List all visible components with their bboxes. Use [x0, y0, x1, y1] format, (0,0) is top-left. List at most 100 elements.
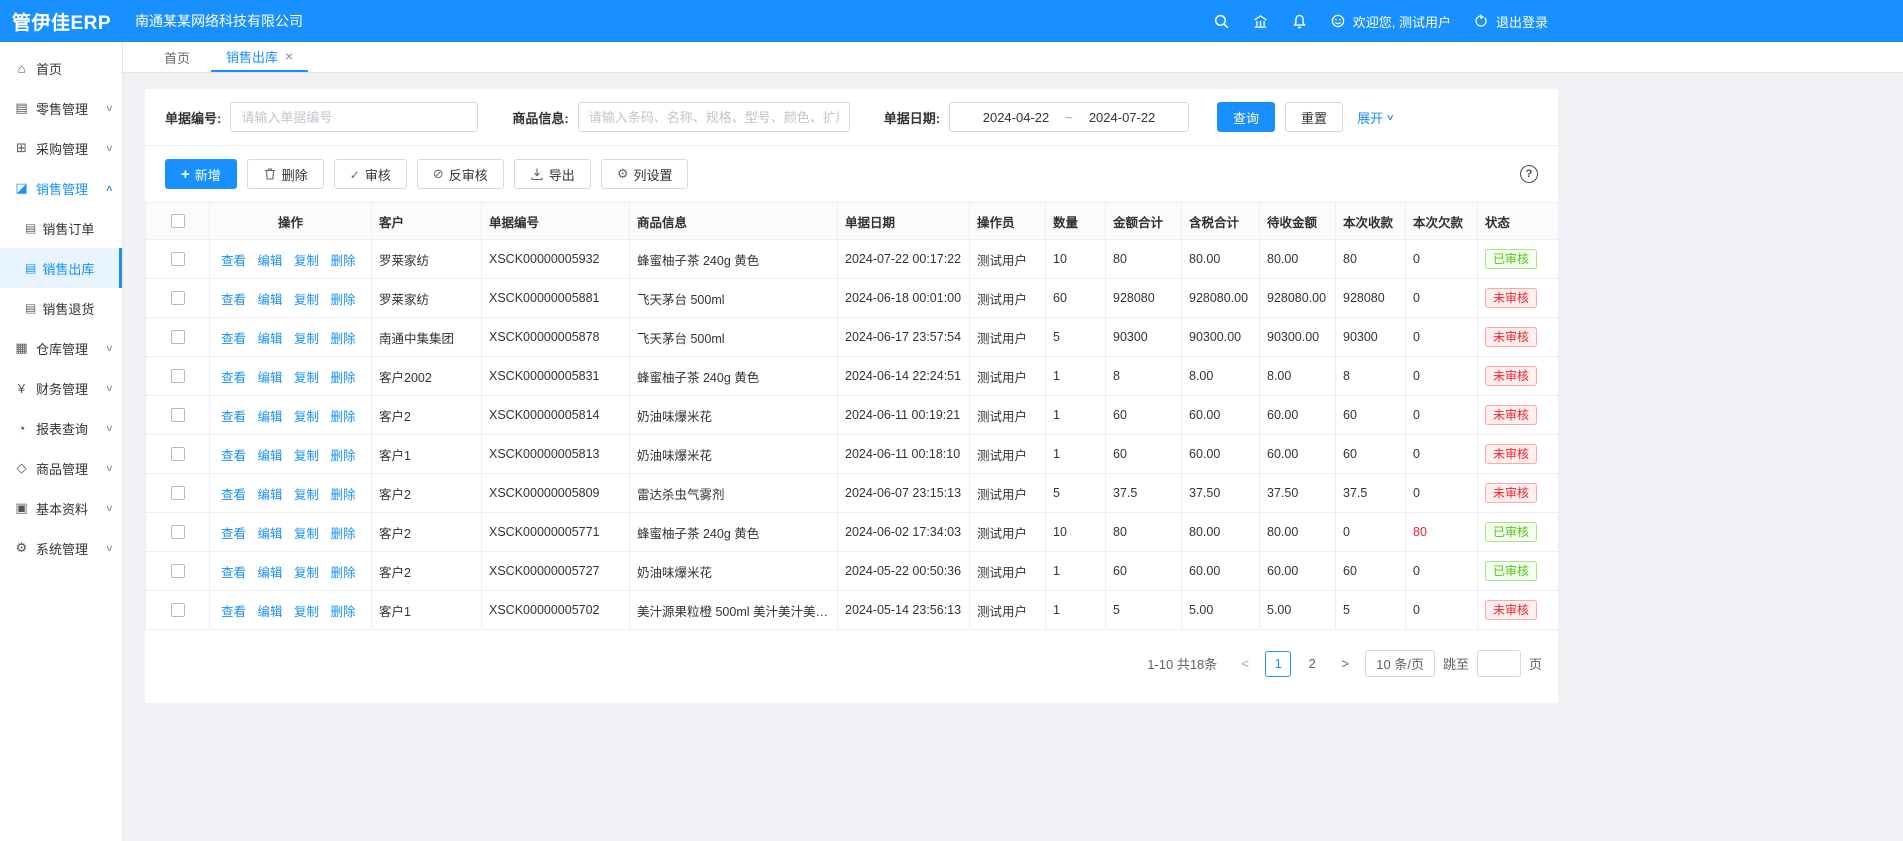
customer-cell: 客户2 [372, 552, 482, 591]
sidebar-item-sales[interactable]: ◪ 销售管理 ∧ [0, 168, 122, 208]
view-link[interactable]: 查看 [221, 488, 246, 502]
copy-link[interactable]: 复制 [294, 527, 319, 541]
row-checkbox[interactable] [171, 330, 185, 344]
user-menu[interactable]: 欢迎您, 测试用户 [1330, 12, 1451, 31]
select-all-checkbox[interactable] [171, 214, 185, 228]
product-info-input[interactable] [578, 102, 850, 132]
table-row: 查看 编辑 复制 删除 客户2 XSCK00000005727 奶油味爆米花 2… [146, 552, 1559, 591]
audit-button[interactable]: 审核 [334, 159, 407, 189]
bell-icon[interactable] [1291, 13, 1308, 30]
date-start-value[interactable]: 2024-04-22 [983, 110, 1050, 125]
sidebar-item-report[interactable]: ◔ 报表查询 ∨ [0, 408, 122, 448]
edit-link[interactable]: 编辑 [258, 449, 283, 463]
edit-link[interactable]: 编辑 [258, 566, 283, 580]
sidebar-item-finance[interactable]: ¥ 财务管理 ∨ [0, 368, 122, 408]
copy-link[interactable]: 复制 [294, 488, 319, 502]
date-end-value[interactable]: 2024-07-22 [1089, 110, 1156, 125]
sidebar-item-product[interactable]: ◇ 商品管理 ∨ [0, 448, 122, 488]
view-link[interactable]: 查看 [221, 293, 246, 307]
tab-sales-outbound[interactable]: 销售出库 [211, 42, 308, 72]
customer-cell: 客户1 [372, 435, 482, 474]
delete-link[interactable]: 删除 [331, 254, 356, 268]
sidebar-item-retail[interactable]: ▤ 零售管理 ∨ [0, 88, 122, 128]
edit-link[interactable]: 编辑 [258, 605, 283, 619]
help-icon[interactable] [1520, 165, 1538, 183]
bank-icon[interactable] [1252, 13, 1269, 30]
delete-link[interactable]: 删除 [331, 410, 356, 424]
row-checkbox[interactable] [171, 369, 185, 383]
delete-button[interactable]: 删除 [247, 159, 324, 189]
copy-link[interactable]: 复制 [294, 332, 319, 346]
add-button[interactable]: 新增 [165, 159, 237, 189]
page-2-button[interactable]: 2 [1299, 651, 1325, 677]
reset-button[interactable]: 重置 [1285, 102, 1343, 132]
row-checkbox[interactable] [171, 525, 185, 539]
next-page-button[interactable] [1333, 651, 1357, 677]
row-checkbox[interactable] [171, 408, 185, 422]
copy-link[interactable]: 复制 [294, 449, 319, 463]
page-size-select[interactable]: 10 条/页 [1365, 650, 1435, 677]
row-checkbox[interactable] [171, 603, 185, 617]
page-1-button[interactable]: 1 [1265, 651, 1291, 677]
view-link[interactable]: 查看 [221, 605, 246, 619]
expand-link[interactable]: 展开 [1357, 108, 1394, 127]
delete-link[interactable]: 删除 [331, 449, 356, 463]
edit-link[interactable]: 编辑 [258, 527, 283, 541]
export-button[interactable]: 导出 [514, 159, 591, 189]
delete-link[interactable]: 删除 [331, 371, 356, 385]
row-checkbox[interactable] [171, 564, 185, 578]
row-checkbox[interactable] [171, 291, 185, 305]
close-icon[interactable] [285, 49, 293, 63]
view-link[interactable]: 查看 [221, 332, 246, 346]
row-checkbox[interactable] [171, 486, 185, 500]
copy-link[interactable]: 复制 [294, 254, 319, 268]
table-row: 查看 编辑 复制 删除 客户2 XSCK00000005814 奶油味爆米花 2… [146, 396, 1559, 435]
copy-link[interactable]: 复制 [294, 293, 319, 307]
sidebar-item-sales-return[interactable]: ▤ 销售退货 [0, 288, 122, 328]
sidebar-item-basic[interactable]: ▣ 基本资料 ∨ [0, 488, 122, 528]
delete-link[interactable]: 删除 [331, 488, 356, 502]
column-settings-button[interactable]: 列设置 [601, 159, 689, 189]
sales-outbound-table: 操作 客户 单据编号 商品信息 单据日期 操作员 数量 金额合计 含税合计 待收… [145, 202, 1559, 630]
view-link[interactable]: 查看 [221, 566, 246, 580]
jump-page-input[interactable] [1477, 650, 1521, 677]
view-link[interactable]: 查看 [221, 410, 246, 424]
view-link[interactable]: 查看 [221, 254, 246, 268]
copy-link[interactable]: 复制 [294, 566, 319, 580]
row-checkbox[interactable] [171, 252, 185, 266]
copy-link[interactable]: 复制 [294, 605, 319, 619]
sidebar-item-sales-outbound[interactable]: ▤ 销售出库 [0, 248, 122, 288]
copy-link[interactable]: 复制 [294, 410, 319, 424]
sidebar-item-sales-order[interactable]: ▤ 销售订单 [0, 208, 122, 248]
edit-link[interactable]: 编辑 [258, 332, 283, 346]
view-link[interactable]: 查看 [221, 449, 246, 463]
edit-link[interactable]: 编辑 [258, 254, 283, 268]
owed-cell: 0 [1406, 357, 1478, 396]
edit-link[interactable]: 编辑 [258, 371, 283, 385]
delete-link[interactable]: 删除 [331, 293, 356, 307]
logout-button[interactable]: 退出登录 [1473, 12, 1548, 31]
edit-link[interactable]: 编辑 [258, 410, 283, 424]
search-button[interactable]: 查询 [1217, 102, 1275, 132]
doc-no-input[interactable] [230, 102, 478, 132]
delete-link[interactable]: 删除 [331, 527, 356, 541]
unaudit-button[interactable]: 反审核 [417, 159, 504, 189]
delete-link[interactable]: 删除 [331, 566, 356, 580]
tab-home[interactable]: 首页 [149, 42, 205, 72]
sidebar-item-warehouse[interactable]: ▦ 仓库管理 ∨ [0, 328, 122, 368]
delete-link[interactable]: 删除 [331, 332, 356, 346]
row-checkbox[interactable] [171, 447, 185, 461]
sidebar-item-purchase[interactable]: ⊞ 采购管理 ∨ [0, 128, 122, 168]
view-link[interactable]: 查看 [221, 527, 246, 541]
prev-page-button[interactable] [1233, 651, 1257, 677]
sidebar-item-home[interactable]: ⌂ 首页 [0, 48, 122, 88]
sidebar-item-system[interactable]: ⚙ 系统管理 ∨ [0, 528, 122, 568]
copy-link[interactable]: 复制 [294, 371, 319, 385]
doc-no-cell: XSCK00000005932 [482, 240, 630, 279]
edit-link[interactable]: 编辑 [258, 488, 283, 502]
delete-link[interactable]: 删除 [331, 605, 356, 619]
edit-link[interactable]: 编辑 [258, 293, 283, 307]
search-icon[interactable] [1213, 13, 1230, 30]
date-range-picker[interactable]: 2024-04-22 ~ 2024-07-22 [949, 102, 1189, 132]
view-link[interactable]: 查看 [221, 371, 246, 385]
